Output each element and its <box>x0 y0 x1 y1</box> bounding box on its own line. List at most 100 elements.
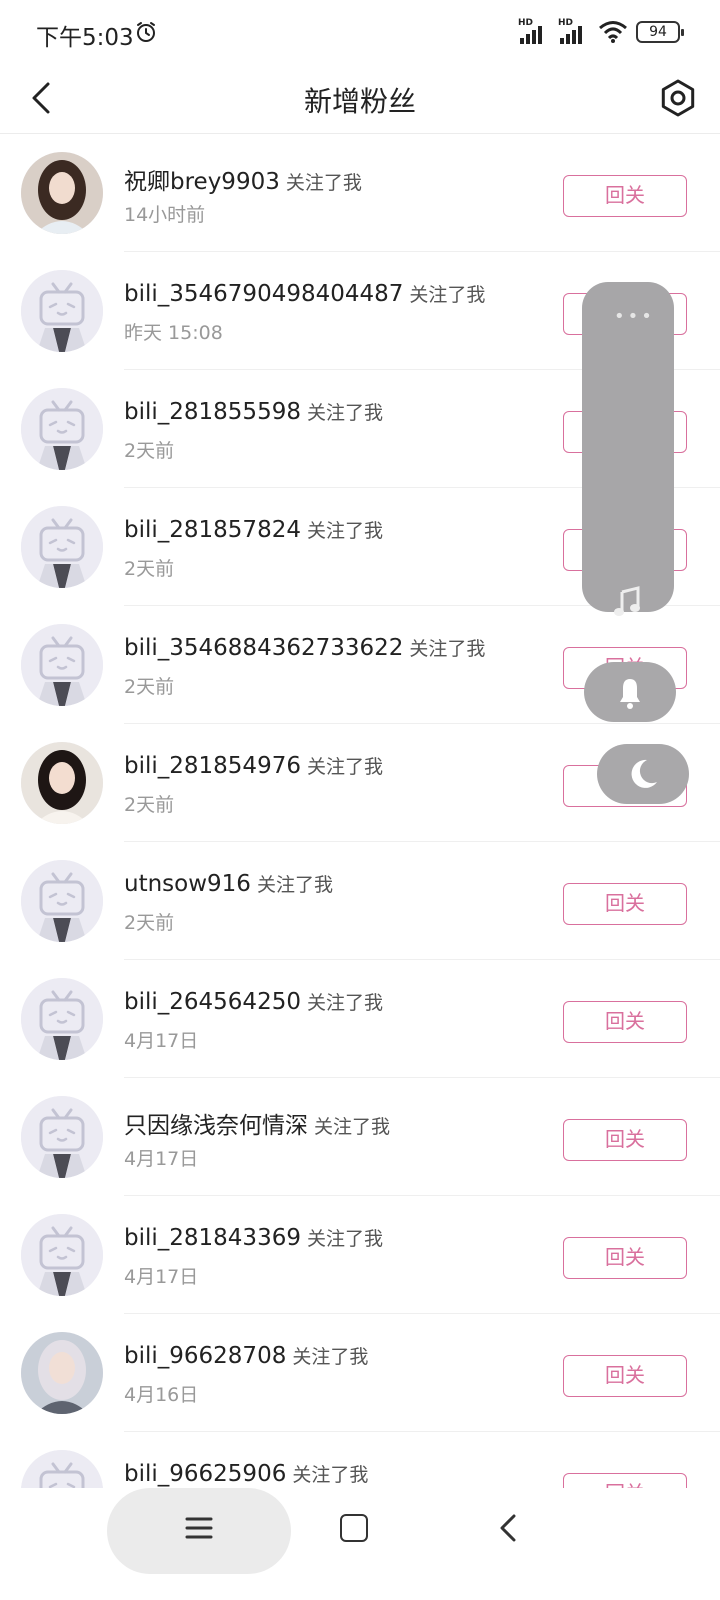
follow-back-button[interactable]: 回关 <box>563 1001 687 1043</box>
user-name[interactable]: bili_3546884362733622 <box>124 635 403 661</box>
name-line: bili_281855598 关注了我 <box>124 398 383 425</box>
floating-widget[interactable] <box>582 282 674 612</box>
follower-row[interactable]: bili_264564250 关注了我 4月17日 回关 <box>0 960 720 1078</box>
follower-row[interactable]: 只因缘浅奈何情深 关注了我 4月17日 回关 <box>0 1078 720 1196</box>
follow-time: 14小时前 <box>124 204 206 226</box>
default-avatar-icon <box>21 1096 103 1178</box>
follow-suffix: 关注了我 <box>409 638 486 660</box>
user-name[interactable]: 祝卿brey9903 <box>124 169 280 195</box>
user-name[interactable]: utnsow916 <box>124 871 251 897</box>
follow-suffix: 关注了我 <box>306 402 383 424</box>
user-photo-avatar <box>21 742 103 824</box>
system-nav-bar <box>0 1488 720 1600</box>
menu-icon[interactable] <box>184 1514 214 1542</box>
night-mode-button[interactable] <box>597 744 689 804</box>
bell-icon <box>620 679 640 709</box>
follow-suffix: 关注了我 <box>314 1116 391 1138</box>
page-title: 新增粉丝 <box>303 85 416 118</box>
settings-button[interactable] <box>658 78 698 118</box>
user-name[interactable]: bili_264564250 <box>124 989 301 1015</box>
user-name[interactable]: bili_281855598 <box>124 399 301 425</box>
follow-suffix: 关注了我 <box>409 284 486 306</box>
name-line: bili_281843369 关注了我 <box>124 1224 383 1251</box>
avatar[interactable] <box>21 506 103 588</box>
header: 新增粉丝 <box>0 64 720 134</box>
user-name[interactable]: bili_281854976 <box>124 753 301 779</box>
avatar[interactable] <box>21 152 103 234</box>
avatar[interactable] <box>21 742 103 824</box>
follow-time: 2天前 <box>124 676 175 698</box>
follow-time: 4月16日 <box>124 1384 199 1406</box>
default-avatar-icon <box>21 270 103 352</box>
music-note-icon[interactable] <box>612 586 642 618</box>
follow-suffix: 关注了我 <box>256 874 333 896</box>
follow-back-button[interactable]: 回关 <box>563 1355 687 1397</box>
avatar[interactable] <box>21 388 103 470</box>
follow-suffix: 关注了我 <box>285 172 362 194</box>
follow-time: 2天前 <box>124 558 175 580</box>
moon-icon <box>631 759 657 788</box>
name-line: bili_3546790498404487 关注了我 <box>124 280 485 307</box>
default-avatar-icon <box>21 624 103 706</box>
nav-back-icon[interactable] <box>496 1512 520 1544</box>
follow-suffix: 关注了我 <box>306 992 383 1014</box>
user-name[interactable]: bili_281843369 <box>124 1225 301 1251</box>
name-line: bili_96625906 关注了我 <box>124 1460 368 1487</box>
default-avatar-icon <box>21 506 103 588</box>
avatar[interactable] <box>21 624 103 706</box>
name-line: bili_281854976 关注了我 <box>124 752 383 779</box>
follower-row[interactable]: bili_281843369 关注了我 4月17日 回关 <box>0 1196 720 1314</box>
follower-row[interactable]: utnsow916 关注了我 2天前 回关 <box>0 842 720 960</box>
follower-row[interactable]: bili_96628708 关注了我 4月16日 回关 <box>0 1314 720 1432</box>
avatar[interactable] <box>21 860 103 942</box>
user-photo-avatar <box>21 1332 103 1414</box>
signal-icon-2: HD <box>558 18 590 44</box>
signal-icon: HD <box>518 18 550 44</box>
follow-suffix: 关注了我 <box>306 1228 383 1250</box>
user-name[interactable]: bili_96625906 <box>124 1461 286 1487</box>
name-line: bili_281857824 关注了我 <box>124 516 383 543</box>
user-name[interactable]: bili_3546790498404487 <box>124 281 403 307</box>
follow-back-button[interactable]: 回关 <box>563 883 687 925</box>
follow-time: 2天前 <box>124 440 175 462</box>
follow-time: 4月17日 <box>124 1030 199 1052</box>
default-avatar-icon <box>21 388 103 470</box>
user-name[interactable]: bili_281857824 <box>124 517 301 543</box>
default-avatar-icon <box>21 1214 103 1296</box>
follow-back-button[interactable]: 回关 <box>563 175 687 217</box>
name-line: bili_96628708 关注了我 <box>124 1342 368 1369</box>
bell-button[interactable] <box>584 662 676 722</box>
battery-indicator: 94 <box>636 21 684 43</box>
follower-row[interactable]: 祝卿brey9903 关注了我 14小时前 回关 <box>0 134 720 252</box>
follow-time: 4月17日 <box>124 1148 199 1170</box>
avatar[interactable] <box>21 1214 103 1296</box>
follow-suffix: 关注了我 <box>306 520 383 542</box>
follow-time: 2天前 <box>124 794 175 816</box>
user-photo-avatar <box>21 152 103 234</box>
status-icons: HD HD 94 <box>518 18 684 46</box>
follow-time: 昨天 15:08 <box>124 322 223 344</box>
follow-suffix: 关注了我 <box>306 756 383 778</box>
follow-time: 4月17日 <box>124 1266 199 1288</box>
status-time: 下午5:03 <box>36 25 134 51</box>
avatar[interactable] <box>21 270 103 352</box>
avatar[interactable] <box>21 1096 103 1178</box>
name-line: 祝卿brey9903 关注了我 <box>124 162 362 196</box>
default-avatar-icon <box>21 860 103 942</box>
default-avatar-icon <box>21 978 103 1060</box>
name-line: 只因缘浅奈何情深 关注了我 <box>124 1106 390 1140</box>
follow-back-button[interactable]: 回关 <box>563 1119 687 1161</box>
alarm-clock-icon <box>137 22 155 42</box>
wifi-icon <box>599 21 627 43</box>
name-line: bili_3546884362733622 关注了我 <box>124 634 485 661</box>
user-name[interactable]: bili_96628708 <box>124 1343 286 1369</box>
follow-back-button[interactable]: 回关 <box>563 1237 687 1279</box>
follow-suffix: 关注了我 <box>292 1346 369 1368</box>
avatar[interactable] <box>21 1332 103 1414</box>
home-button[interactable] <box>340 1514 368 1542</box>
widget-more-dots[interactable]: ••• <box>614 306 655 327</box>
avatar[interactable] <box>21 978 103 1060</box>
name-line: utnsow916 关注了我 <box>124 870 333 897</box>
user-name[interactable]: 只因缘浅奈何情深 <box>124 1113 308 1139</box>
follow-time: 2天前 <box>124 912 175 934</box>
